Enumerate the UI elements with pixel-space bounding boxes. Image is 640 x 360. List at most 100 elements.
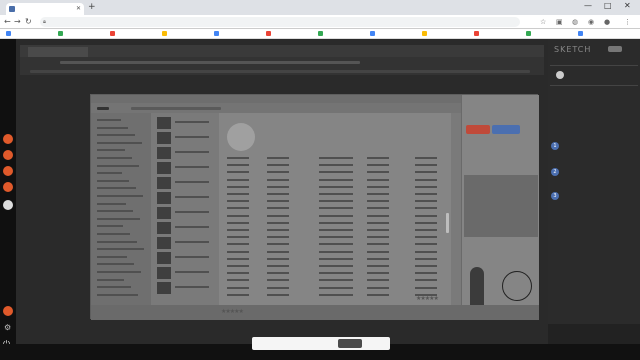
scrollbar[interactable]	[446, 213, 449, 233]
sidebar-item[interactable]	[97, 278, 124, 281]
sidebar-item[interactable]	[97, 119, 121, 121]
sidebar-item[interactable]	[97, 134, 135, 137]
bookmark-item[interactable]	[318, 31, 325, 37]
table-row[interactable]	[227, 221, 249, 224]
table-row[interactable]	[227, 185, 249, 188]
close-window-button[interactable]: ✕	[624, 1, 631, 10]
table-row[interactable]	[227, 265, 249, 267]
album-thumbnail[interactable]	[157, 237, 171, 249]
pen-icon[interactable]	[3, 150, 13, 160]
sidebar-item[interactable]	[97, 164, 139, 167]
sidebar-item[interactable]	[97, 271, 141, 273]
new-tab-button[interactable]: +	[88, 2, 96, 12]
sidebar-item[interactable]	[97, 217, 140, 220]
table-row[interactable]	[227, 279, 249, 282]
bookmark-item[interactable]	[214, 31, 221, 37]
table-row[interactable]	[227, 164, 249, 167]
album-thumbnail[interactable]	[157, 207, 171, 219]
back-button[interactable]: ←	[4, 17, 11, 26]
sidebar-item[interactable]	[97, 240, 137, 243]
shape-icon[interactable]	[3, 182, 13, 192]
extension-icon[interactable]: ◉	[588, 18, 594, 26]
star-icon[interactable]: ☆	[540, 18, 546, 26]
extension-icon[interactable]: ▣	[556, 18, 563, 26]
table-row[interactable]	[227, 293, 249, 296]
sidebar-item[interactable]	[97, 248, 144, 251]
bookmark-item[interactable]	[526, 31, 533, 37]
sidebar-item[interactable]	[97, 179, 129, 182]
extension-icon[interactable]: ◍	[572, 18, 578, 26]
profile-icon[interactable]: ●	[604, 18, 610, 26]
rating-stars[interactable]: ★★★★★	[221, 308, 244, 315]
rating-stars[interactable]: ★★★★★	[416, 295, 439, 302]
tab-close-icon[interactable]: ✕	[76, 5, 81, 12]
color-icon[interactable]	[3, 200, 13, 210]
forward-button[interactable]: →	[14, 17, 21, 26]
table-row[interactable]	[227, 257, 249, 260]
play-controls[interactable]	[97, 107, 109, 110]
table-row[interactable]	[227, 200, 249, 203]
blue-button[interactable]	[492, 125, 520, 134]
album-thumbnail[interactable]	[157, 252, 171, 264]
album-thumbnail[interactable]	[157, 117, 171, 129]
menu-icon[interactable]: ⋮	[624, 18, 631, 26]
table-row[interactable]	[227, 178, 249, 181]
sidebar-item[interactable]	[97, 210, 133, 213]
bookmark-item[interactable]	[474, 31, 481, 37]
sidebar-item[interactable]	[97, 263, 134, 266]
sidebar-item[interactable]	[97, 233, 130, 235]
maximize-button[interactable]: □	[604, 1, 612, 10]
bookmark-item[interactable]	[266, 31, 273, 37]
minimize-button[interactable]: —	[584, 1, 592, 10]
table-row[interactable]	[227, 272, 249, 275]
sidebar-item[interactable]	[97, 195, 143, 197]
table-row[interactable]	[227, 193, 249, 195]
settings-icon[interactable]: ⚙	[4, 323, 11, 332]
album-thumbnail[interactable]	[157, 147, 171, 159]
bookmark-item[interactable]	[422, 31, 429, 37]
table-row[interactable]	[227, 286, 249, 289]
record-button[interactable]	[3, 306, 13, 316]
sidebar-item[interactable]	[97, 286, 131, 289]
sidebar-item[interactable]	[97, 172, 122, 175]
table-row[interactable]	[227, 171, 249, 174]
red-button[interactable]	[466, 125, 490, 134]
address-bar[interactable]: 🔒︎	[40, 17, 520, 27]
sidebar-item[interactable]	[97, 149, 125, 152]
album-thumbnail[interactable]	[157, 192, 171, 204]
album-thumbnail[interactable]	[157, 282, 171, 294]
album-thumbnail[interactable]	[157, 267, 171, 279]
sidebar-item[interactable]	[97, 141, 142, 144]
pointer-icon[interactable]	[3, 134, 13, 144]
sidebar-item[interactable]	[97, 293, 138, 296]
sidebar-item[interactable]	[97, 225, 123, 228]
bookmark-item[interactable]	[58, 31, 65, 37]
bookmark-item[interactable]	[370, 31, 377, 37]
sidebar-item[interactable]	[97, 126, 128, 129]
table-row[interactable]	[227, 207, 249, 210]
album-thumbnail[interactable]	[157, 222, 171, 234]
table-row[interactable]	[227, 250, 249, 253]
album-thumbnail[interactable]	[157, 177, 171, 189]
table-row[interactable]	[227, 243, 249, 246]
eraser-icon[interactable]	[3, 166, 13, 176]
table-cell	[415, 157, 437, 159]
sidebar-item[interactable]	[97, 202, 126, 205]
bookmark-item[interactable]	[6, 31, 13, 37]
sidebar-item[interactable]	[97, 157, 132, 159]
table-row[interactable]	[227, 214, 249, 217]
bookmark-item[interactable]	[162, 31, 169, 37]
bookmark-item[interactable]	[578, 31, 585, 37]
reload-button[interactable]: ↻	[25, 17, 32, 26]
stop-sharing-button[interactable]	[338, 339, 362, 348]
table-row[interactable]	[227, 236, 249, 239]
album-thumbnail[interactable]	[157, 162, 171, 174]
browser-tab[interactable]: ✕	[6, 3, 84, 15]
table-row[interactable]	[227, 229, 249, 231]
album-thumbnail[interactable]	[157, 132, 171, 144]
table-row[interactable]	[227, 157, 249, 159]
table-cell	[367, 286, 389, 289]
sidebar-item[interactable]	[97, 255, 127, 258]
sidebar-item[interactable]	[97, 187, 136, 190]
bookmark-item[interactable]	[110, 31, 117, 37]
